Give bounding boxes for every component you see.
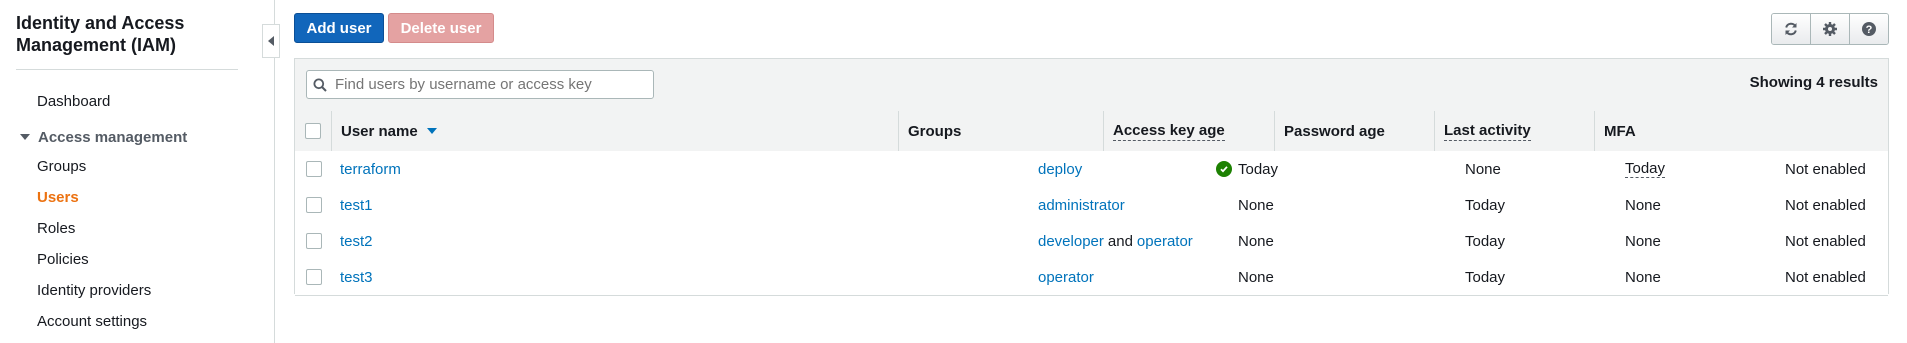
user-name-link[interactable]: test1 (340, 197, 373, 214)
table-row[interactable]: test3 operator None Today None Not enabl… (295, 259, 1888, 296)
sidebar: Identity and Access Management (IAM) Das… (0, 0, 275, 343)
sort-descending-icon (426, 128, 437, 134)
result-count: Showing 4 results (1749, 74, 1878, 91)
mfa-value: Not enabled (1785, 196, 1866, 214)
row-checkbox[interactable] (306, 233, 322, 249)
collapse-sidebar-button[interactable] (262, 24, 280, 58)
table-row[interactable]: test2 developer and operator None Today … (295, 223, 1888, 260)
access-key-age-cell: Today (1216, 151, 1278, 187)
sidebar-divider (16, 69, 238, 70)
svg-text:?: ? (1866, 24, 1873, 36)
last-activity-value: None (1625, 232, 1661, 250)
column-access-key-age[interactable]: Access key age (1103, 111, 1274, 151)
column-mfa-label: MFA (1604, 122, 1636, 140)
column-last-activity-label: Last activity (1444, 121, 1531, 141)
sidebar-item-dashboard[interactable]: Dashboard (37, 93, 110, 110)
last-activity-value: Today (1625, 160, 1666, 178)
table-row[interactable]: terraform deploy Today None Today Not en… (295, 151, 1888, 188)
column-groups[interactable]: Groups (898, 111, 1103, 151)
group-link[interactable]: operator (1038, 269, 1094, 286)
sidebar-section-label: Access management (38, 129, 188, 146)
row-checkbox-cell (306, 223, 322, 259)
column-user-name[interactable]: User name (331, 111, 898, 151)
table-header: User name Groups Access key age Password… (295, 111, 1888, 152)
sidebar-title: Identity and Access Management (IAM) (16, 13, 185, 55)
last-activity-value: None (1625, 268, 1661, 286)
toolbar-icon-group: ? (1771, 13, 1889, 45)
sidebar-item-policies[interactable]: Policies (37, 251, 89, 268)
password-age-value: Today (1465, 196, 1506, 214)
access-key-age-value: Today (1238, 160, 1279, 178)
search-icon (313, 78, 327, 92)
row-checkbox-cell (306, 151, 322, 187)
mfa-value: Not enabled (1785, 268, 1866, 286)
row-checkbox[interactable] (306, 161, 322, 177)
user-name-link[interactable]: test3 (340, 269, 373, 286)
group-link[interactable]: deploy (1038, 161, 1082, 178)
help-button[interactable]: ? (1849, 14, 1888, 44)
group-link[interactable]: operator (1137, 233, 1193, 250)
group-link[interactable]: administrator (1038, 197, 1125, 214)
select-all-cell (295, 111, 331, 151)
row-checkbox[interactable] (306, 197, 322, 213)
delete-user-button[interactable]: Delete user (388, 13, 494, 43)
select-all-checkbox[interactable] (305, 123, 321, 139)
access-key-age-value: None (1238, 196, 1274, 214)
settings-button[interactable] (1810, 14, 1849, 44)
help-icon: ? (1862, 22, 1876, 36)
sidebar-item-groups[interactable]: Groups (37, 158, 86, 175)
column-password-age-label: Password age (1284, 122, 1385, 140)
users-table-panel: Showing 4 results User name Groups Acces… (294, 58, 1889, 296)
row-checkbox-cell (306, 187, 322, 223)
refresh-icon (1785, 22, 1797, 36)
caret-down-icon (20, 134, 30, 141)
table-filter-bar: Showing 4 results (295, 59, 1888, 112)
table-row[interactable]: test1 administrator None Today None Not … (295, 187, 1888, 224)
group-joiner: and (1107, 232, 1133, 250)
chevron-left-icon (268, 36, 274, 46)
access-key-age-value: None (1238, 232, 1274, 250)
password-age-value: Today (1465, 268, 1506, 286)
column-password-age[interactable]: Password age (1274, 111, 1434, 151)
column-groups-label: Groups (908, 122, 962, 140)
search-input[interactable] (333, 75, 647, 94)
column-mfa[interactable]: MFA (1594, 111, 1888, 151)
password-age-value: None (1465, 160, 1501, 178)
row-checkbox-cell (306, 259, 322, 295)
refresh-button[interactable] (1772, 14, 1810, 44)
group-link[interactable]: developer (1038, 233, 1104, 250)
mfa-value: Not enabled (1785, 160, 1866, 178)
iam-users-page: Identity and Access Management (IAM) Das… (0, 0, 1907, 343)
sidebar-item-roles[interactable]: Roles (37, 220, 75, 237)
gear-icon (1823, 22, 1837, 36)
mfa-value: Not enabled (1785, 232, 1866, 250)
password-age-value: Today (1465, 232, 1506, 250)
sidebar-item-identity-providers[interactable]: Identity providers (37, 282, 151, 299)
user-name-link[interactable]: test2 (340, 233, 373, 250)
sidebar-item-account-settings[interactable]: Account settings (37, 313, 147, 330)
column-last-activity[interactable]: Last activity (1434, 111, 1594, 151)
sidebar-item-users[interactable]: Users (37, 189, 79, 206)
row-checkbox[interactable] (306, 269, 322, 285)
user-name-link[interactable]: terraform (340, 161, 401, 178)
check-circle-icon (1216, 161, 1232, 177)
column-user-name-label: User name (341, 122, 418, 140)
column-access-key-age-label: Access key age (1113, 121, 1225, 141)
access-key-age-value: None (1238, 268, 1274, 286)
add-user-button[interactable]: Add user (294, 13, 384, 43)
search-box[interactable] (306, 70, 654, 99)
last-activity-value: None (1625, 196, 1661, 214)
sidebar-section-access-management[interactable]: Access management (20, 129, 187, 146)
